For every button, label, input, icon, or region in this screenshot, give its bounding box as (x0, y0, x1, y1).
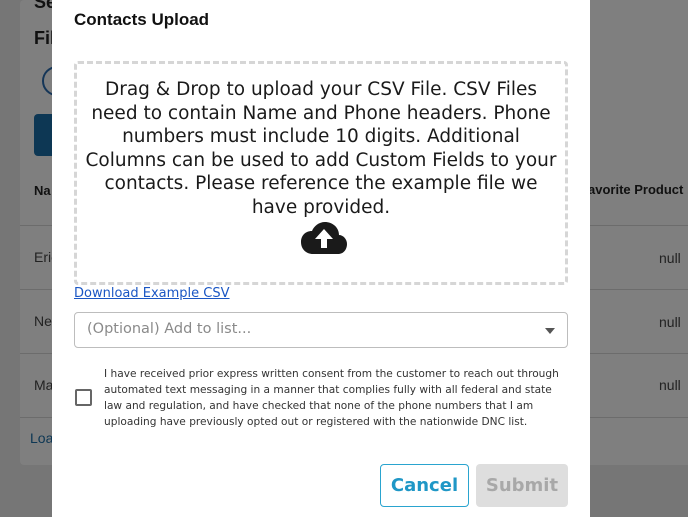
add-to-list-placeholder: (Optional) Add to list... (87, 321, 252, 337)
cloud-upload-icon (301, 222, 347, 254)
download-example-csv-link[interactable]: Download Example CSV (74, 286, 230, 301)
consent-text: I have received prior express written co… (104, 368, 559, 428)
cancel-button[interactable]: Cancel (380, 464, 469, 507)
submit-button[interactable]: Submit (476, 464, 568, 507)
add-to-list-select[interactable]: (Optional) Add to list... (74, 312, 568, 348)
dropzone-instructions: Drag & Drop to upload your CSV File. CSV… (85, 79, 557, 218)
contacts-upload-modal: Contacts Upload Drag & Drop to upload yo… (52, 0, 590, 517)
modal-title: Contacts Upload (74, 10, 210, 29)
consent-checkbox[interactable] (75, 389, 92, 406)
csv-dropzone[interactable]: Drag & Drop to upload your CSV File. CSV… (74, 61, 568, 285)
chevron-down-icon (545, 328, 555, 334)
